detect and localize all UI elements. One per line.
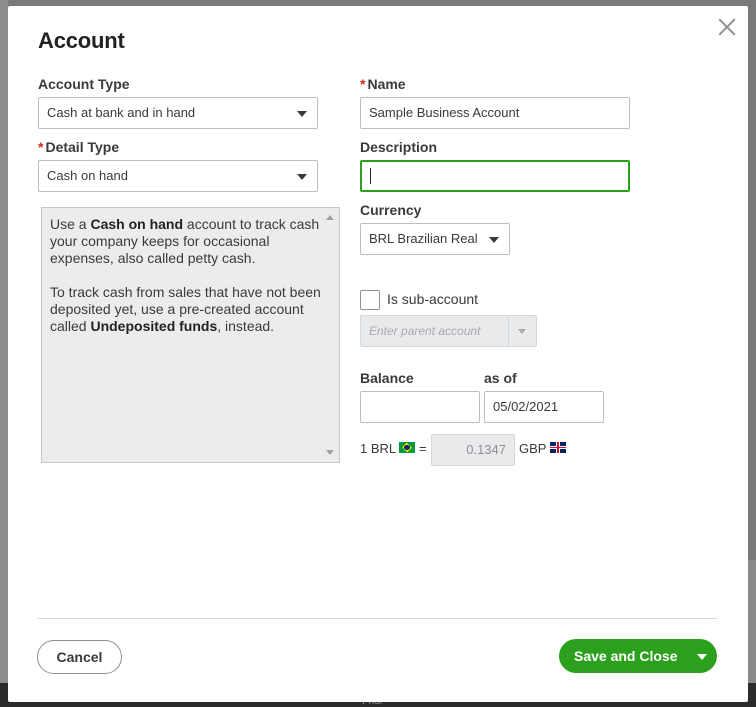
detail-type-value: Cash on hand — [47, 168, 128, 183]
account-type-label: Account Type — [38, 76, 130, 92]
account-type-select[interactable]: Cash at bank and in hand — [38, 97, 318, 129]
brazil-flag-icon — [399, 442, 415, 453]
detail-type-help-box[interactable]: Use a Cash on hand account to track cash… — [41, 207, 340, 463]
help-text: Use a — [50, 216, 91, 232]
name-label-wrap: * Name — [360, 76, 406, 92]
detail-type-label-wrap: * Detail Type — [38, 139, 119, 155]
exchange-rate-from: 1 BRL — [360, 441, 397, 456]
as-of-label: as of — [484, 370, 517, 386]
required-marker: * — [360, 76, 366, 92]
sub-account-label[interactable]: Is sub-account — [387, 291, 478, 307]
help-text: , instead. — [217, 318, 275, 334]
cancel-button[interactable]: Cancel — [37, 640, 122, 674]
close-icon[interactable] — [714, 14, 740, 40]
footer-divider — [37, 618, 717, 619]
balance-input[interactable] — [360, 391, 480, 423]
dialog-title: Account — [38, 28, 125, 53]
detail-type-label: Detail Type — [45, 139, 120, 155]
exchange-rate-equals: = — [419, 441, 427, 456]
required-marker: * — [38, 139, 44, 155]
exchange-rate-input: 0.1347 — [431, 434, 515, 466]
chevron-down-icon — [297, 111, 307, 117]
text-cursor — [370, 168, 371, 184]
name-input[interactable]: Sample Business Account — [360, 97, 630, 129]
help-text-bold: Cash on hand — [90, 216, 184, 232]
scroll-up-arrow-icon[interactable] — [326, 215, 334, 220]
sub-account-checkbox[interactable] — [360, 290, 380, 310]
description-input[interactable] — [360, 160, 630, 192]
parent-account-select: Enter parent account — [360, 315, 537, 347]
exchange-rate-to: GBP — [519, 441, 547, 456]
account-dialog: Account Account Type Cash at bank and in… — [8, 6, 748, 702]
name-label: Name — [367, 76, 406, 92]
help-paragraph-2: To track cash from sales that have not b… — [50, 284, 321, 335]
chevron-down-icon — [297, 174, 307, 180]
balance-label: Balance — [360, 370, 414, 386]
background-left-strip — [0, 0, 8, 707]
currency-label: Currency — [360, 202, 422, 218]
chevron-down-icon — [489, 237, 499, 243]
chevron-down-icon — [697, 654, 707, 660]
save-options-dropdown[interactable] — [687, 639, 717, 673]
select-divider — [508, 316, 509, 346]
description-label: Description — [360, 139, 438, 155]
as-of-date-input[interactable]: 05/02/2021 — [484, 391, 604, 423]
help-paragraph-1: Use a Cash on hand account to track cash… — [50, 216, 321, 267]
account-type-value: Cash at bank and in hand — [47, 105, 196, 120]
scroll-down-arrow-icon[interactable] — [326, 450, 334, 455]
chevron-down-icon — [518, 329, 526, 334]
detail-type-select[interactable]: Cash on hand — [38, 160, 318, 192]
currency-value: BRL Brazilian Real — [369, 231, 478, 246]
save-and-close-label: Save and Close — [574, 648, 678, 664]
parent-account-placeholder: Enter parent account — [369, 324, 481, 338]
help-text-bold: Undeposited funds — [90, 318, 218, 334]
currency-select[interactable]: BRL Brazilian Real — [360, 223, 510, 255]
uk-flag-icon — [550, 442, 566, 453]
save-and-close-button[interactable]: Save and Close — [559, 639, 717, 673]
